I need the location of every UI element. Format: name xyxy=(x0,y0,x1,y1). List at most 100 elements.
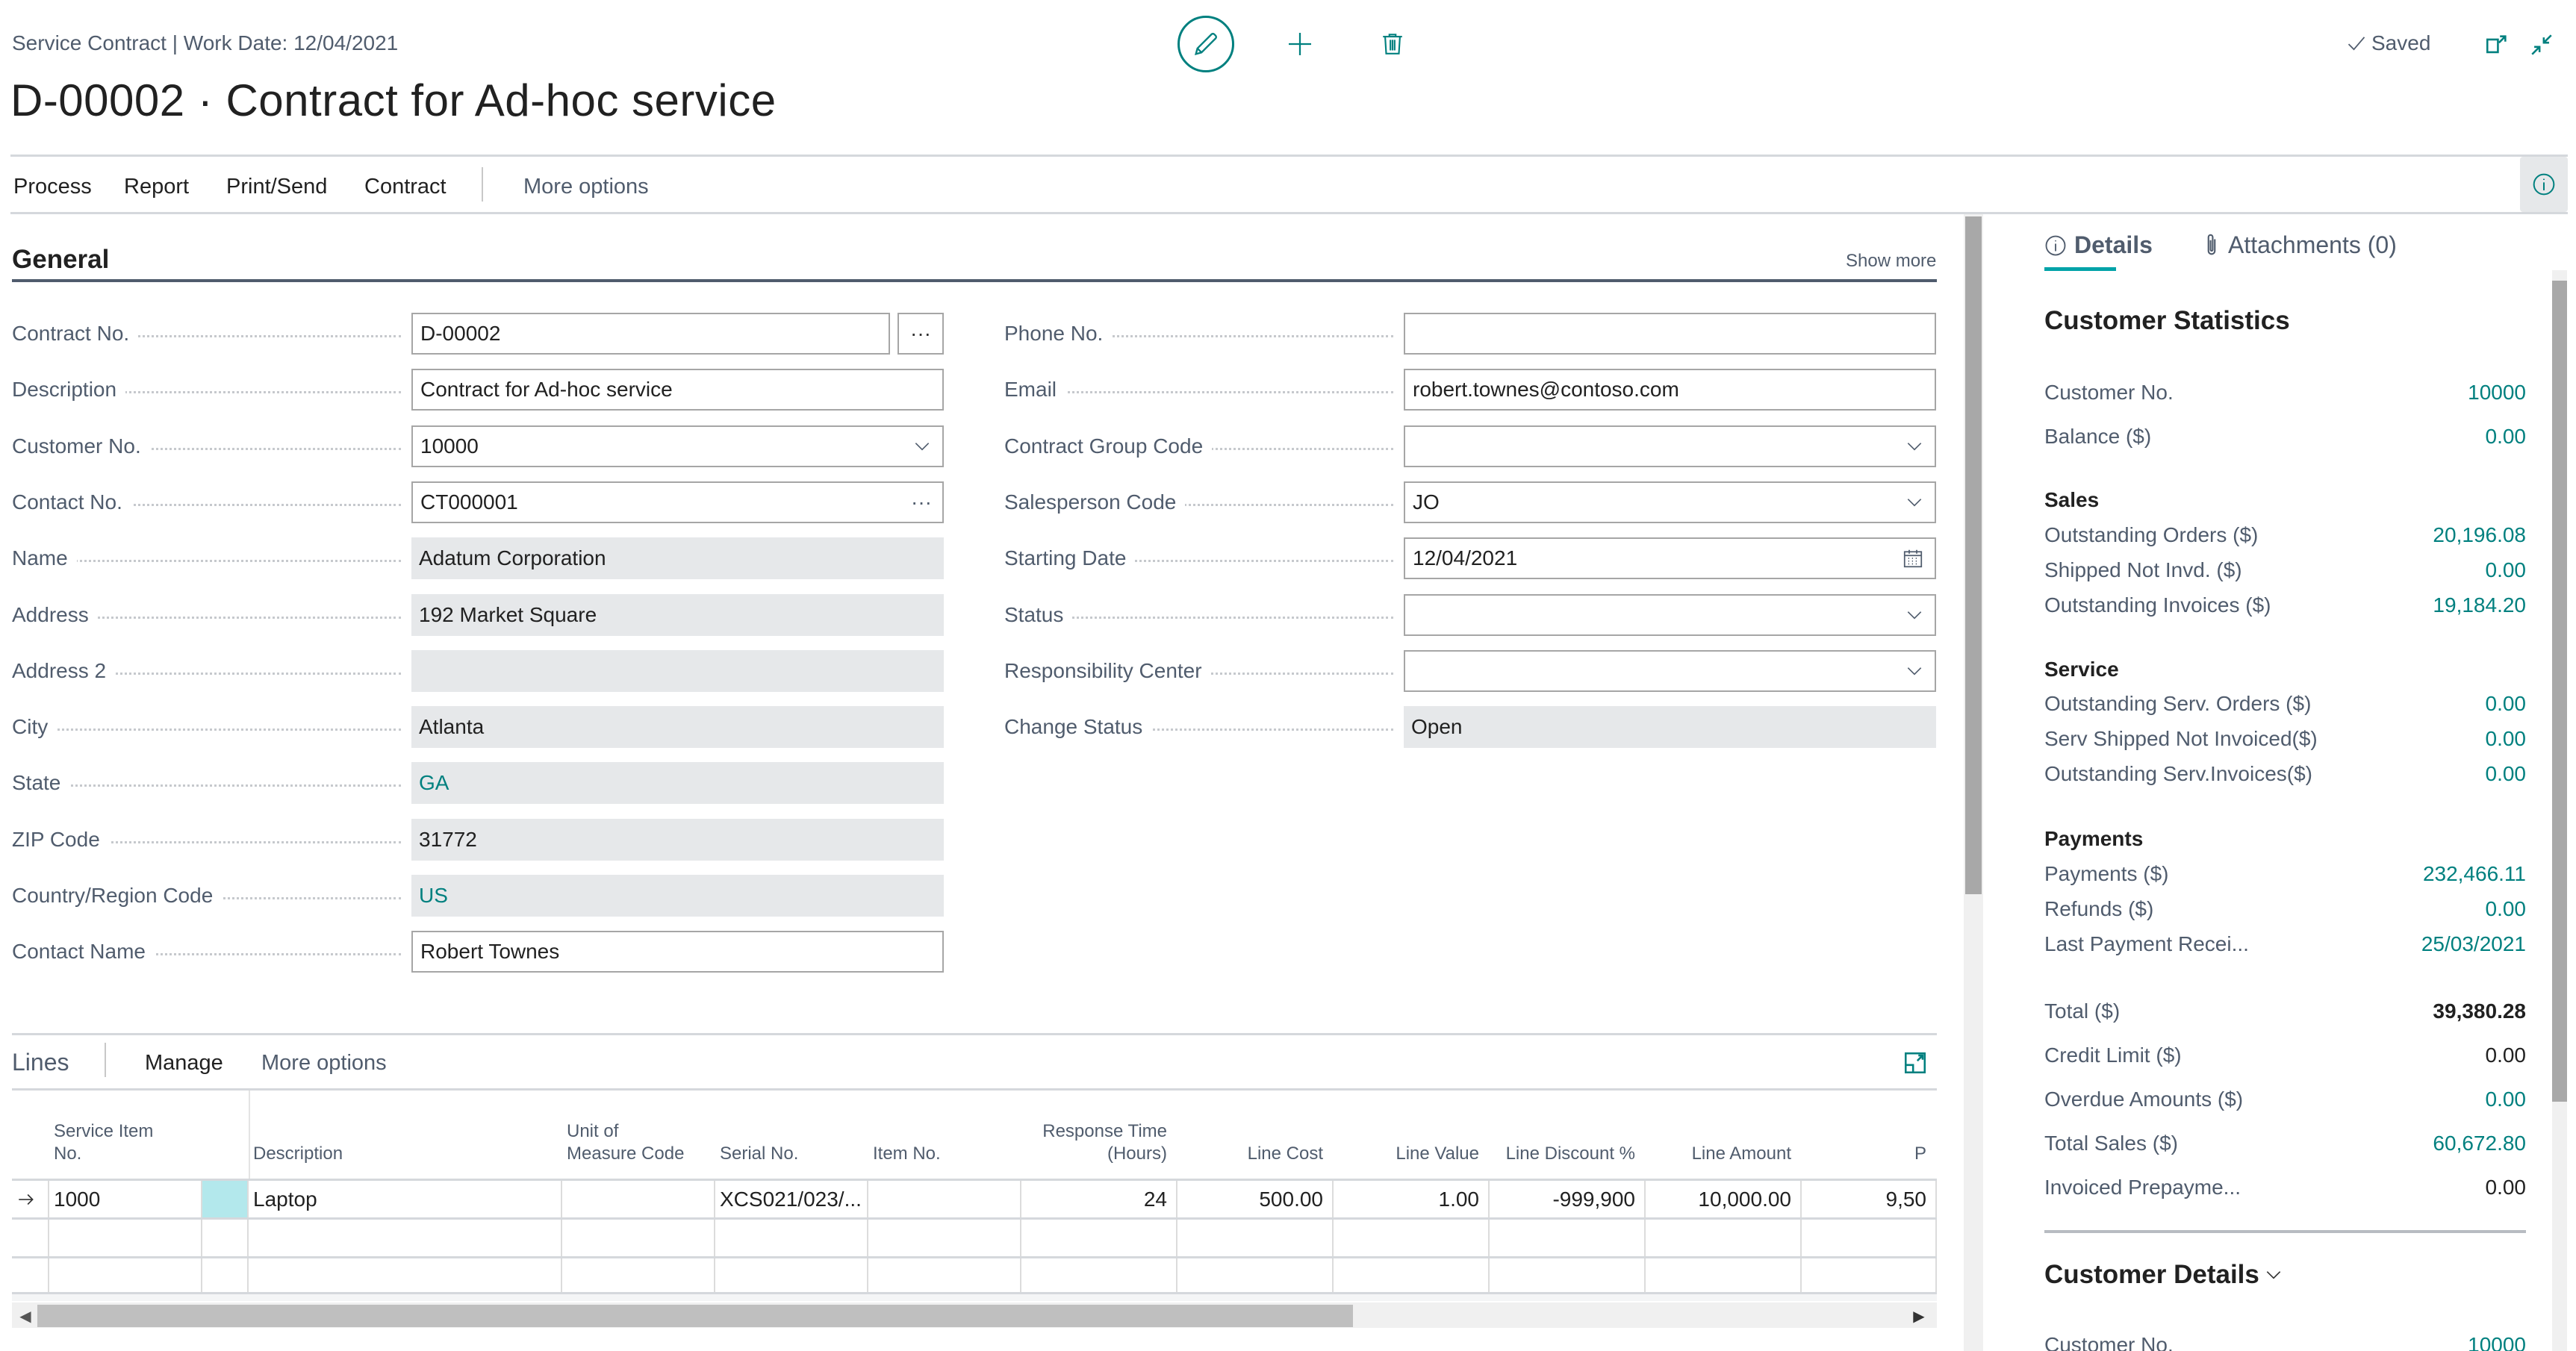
cell-uom[interactable] xyxy=(562,1220,715,1256)
cell-line-discount[interactable] xyxy=(1490,1258,1646,1292)
lines-section-title[interactable]: Lines xyxy=(12,1049,69,1076)
status-input[interactable] xyxy=(1404,593,1936,636)
cell-marker[interactable] xyxy=(202,1181,249,1217)
column-header-line-amount[interactable]: Line Amount xyxy=(1646,1091,1802,1179)
cell-line-amount[interactable]: 10,000.00 xyxy=(1646,1181,1802,1217)
lines-more-options-button[interactable]: More options xyxy=(261,1051,387,1076)
salesperson-code-input[interactable]: JO xyxy=(1404,481,1936,523)
email-input[interactable]: robert.townes@contoso.com xyxy=(1404,369,1936,411)
lookup-ellipsis-icon[interactable]: ··· xyxy=(911,483,932,522)
cell-p[interactable] xyxy=(1802,1220,1937,1256)
action-process[interactable]: Process xyxy=(13,175,92,199)
cell-p[interactable]: 9,50 xyxy=(1802,1181,1937,1217)
starting-date-input[interactable]: 12/04/2021 xyxy=(1404,537,1936,580)
cell-p[interactable] xyxy=(1802,1258,1937,1292)
contact-name-input[interactable]: Robert Townes xyxy=(411,931,944,973)
field-value[interactable]: GA xyxy=(419,771,449,795)
cell-serial-no[interactable] xyxy=(715,1258,868,1292)
stat-value[interactable]: 0.00 xyxy=(2486,1088,2527,1111)
cell-item-no[interactable] xyxy=(868,1258,1021,1292)
cell-line-value[interactable]: 1.00 xyxy=(1334,1181,1490,1217)
open-new-window-button[interactable] xyxy=(2482,30,2512,60)
customer-no-input[interactable]: 10000 xyxy=(411,425,944,467)
phone-no-input[interactable] xyxy=(1404,313,1936,355)
cell-marker[interactable] xyxy=(202,1220,249,1256)
responsibility-center-input[interactable] xyxy=(1404,649,1936,692)
cell-description[interactable]: Laptop xyxy=(249,1181,562,1217)
action-print-send[interactable]: Print/Send xyxy=(226,175,327,199)
customer-details-title[interactable]: Customer Details xyxy=(2044,1260,2283,1290)
cell-description[interactable] xyxy=(249,1220,562,1256)
cell-response-time[interactable]: 24 xyxy=(1021,1181,1177,1217)
factbox-toggle-button[interactable] xyxy=(2520,157,2568,212)
column-header-line-value[interactable]: Line Value xyxy=(1334,1091,1490,1179)
stat-value[interactable]: 0.00 xyxy=(2486,425,2527,449)
stat-value[interactable]: 0.00 xyxy=(2486,897,2527,921)
stat-value[interactable]: 10000 xyxy=(2468,381,2526,405)
column-header-p[interactable]: P xyxy=(1802,1091,1937,1179)
dropdown-toggle[interactable] xyxy=(1905,652,1924,690)
cell-line-value[interactable] xyxy=(1334,1258,1490,1292)
factbox-scrollbar-thumb[interactable] xyxy=(2552,281,2567,1102)
general-section-title[interactable]: General xyxy=(12,245,109,275)
contract-group-code-input[interactable] xyxy=(1404,425,1936,467)
column-header-description[interactable]: Description xyxy=(249,1091,562,1179)
cell-line-cost[interactable]: 500.00 xyxy=(1177,1181,1334,1217)
contract-no-input[interactable]: D-00002 xyxy=(411,313,890,355)
column-header-serial-no[interactable]: Serial No. xyxy=(715,1091,868,1179)
main-scrollbar-thumb[interactable] xyxy=(1965,216,1982,894)
factbox-tab-details[interactable]: Details xyxy=(2044,231,2153,259)
row-indicator[interactable] xyxy=(12,1258,49,1292)
new-button[interactable] xyxy=(1283,27,1317,61)
cell-response-time[interactable] xyxy=(1021,1258,1177,1292)
dropdown-toggle[interactable] xyxy=(1905,427,1924,466)
cell-uom[interactable] xyxy=(562,1181,715,1217)
row-indicator[interactable] xyxy=(12,1220,49,1256)
date-picker-button[interactable] xyxy=(1902,539,1924,578)
dropdown-toggle[interactable] xyxy=(1905,596,1924,634)
cell-marker[interactable] xyxy=(202,1258,249,1292)
cell-item-no[interactable] xyxy=(868,1220,1021,1256)
stat-value[interactable]: 25/03/2021 xyxy=(2421,932,2526,956)
cell-line-amount[interactable] xyxy=(1646,1220,1802,1256)
stat-value[interactable]: 10000 xyxy=(2468,1333,2526,1351)
cell-uom[interactable] xyxy=(562,1258,715,1292)
cell-serial-no[interactable]: XCS021/023/... xyxy=(715,1181,868,1217)
action-more-options[interactable]: More options xyxy=(523,175,649,199)
cell-line-cost[interactable] xyxy=(1177,1220,1334,1256)
table-row[interactable] xyxy=(12,1256,1937,1292)
column-header-service-item-no[interactable]: Service Item No. xyxy=(49,1091,249,1179)
cell-line-value[interactable] xyxy=(1334,1220,1490,1256)
cell-response-time[interactable] xyxy=(1021,1220,1177,1256)
table-row[interactable] xyxy=(12,1217,1937,1256)
action-report[interactable]: Report xyxy=(124,175,189,199)
factbox-tab-attachments[interactable]: Attachments (0) xyxy=(2203,231,2397,259)
cell-line-discount[interactable] xyxy=(1490,1220,1646,1256)
stat-value[interactable]: 232,466.11 xyxy=(2423,862,2526,886)
lines-horizontal-scrollbar-thumb[interactable] xyxy=(37,1305,1353,1327)
stat-value[interactable]: 19,184.20 xyxy=(2433,593,2526,617)
column-header-response-time-hours[interactable]: Response Time (Hours) xyxy=(1021,1091,1177,1179)
column-header-line-discount[interactable]: Line Discount % xyxy=(1490,1091,1646,1179)
delete-button[interactable] xyxy=(1375,27,1410,61)
dropdown-toggle[interactable] xyxy=(1905,483,1924,522)
collapse-button[interactable] xyxy=(2527,30,2557,60)
edit-button[interactable] xyxy=(1177,16,1234,72)
lines-manage-button[interactable]: Manage xyxy=(145,1051,223,1076)
stat-value[interactable]: 60,672.80 xyxy=(2433,1132,2526,1155)
stat-value[interactable]: 0.00 xyxy=(2486,727,2527,751)
assist-edit-button[interactable]: ··· xyxy=(897,313,944,355)
field-value[interactable]: US xyxy=(419,884,448,908)
show-more-link[interactable]: Show more xyxy=(1846,251,1936,272)
cell-description[interactable] xyxy=(249,1258,562,1292)
row-indicator[interactable] xyxy=(12,1181,49,1217)
dropdown-toggle[interactable] xyxy=(912,427,932,466)
description-input[interactable]: Contract for Ad-hoc service xyxy=(411,369,944,411)
cell-service-item-no[interactable]: 1000 xyxy=(49,1181,202,1217)
cell-service-item-no[interactable] xyxy=(49,1220,202,1256)
cell-service-item-no[interactable] xyxy=(49,1258,202,1292)
column-header-line-cost[interactable]: Line Cost xyxy=(1177,1091,1334,1179)
table-row[interactable]: 1000 Laptop XCS021/023/... 24 500.00 1.00 -999… xyxy=(12,1179,1937,1217)
stat-value[interactable]: 0.00 xyxy=(2486,558,2527,582)
cell-line-amount[interactable] xyxy=(1646,1258,1802,1292)
